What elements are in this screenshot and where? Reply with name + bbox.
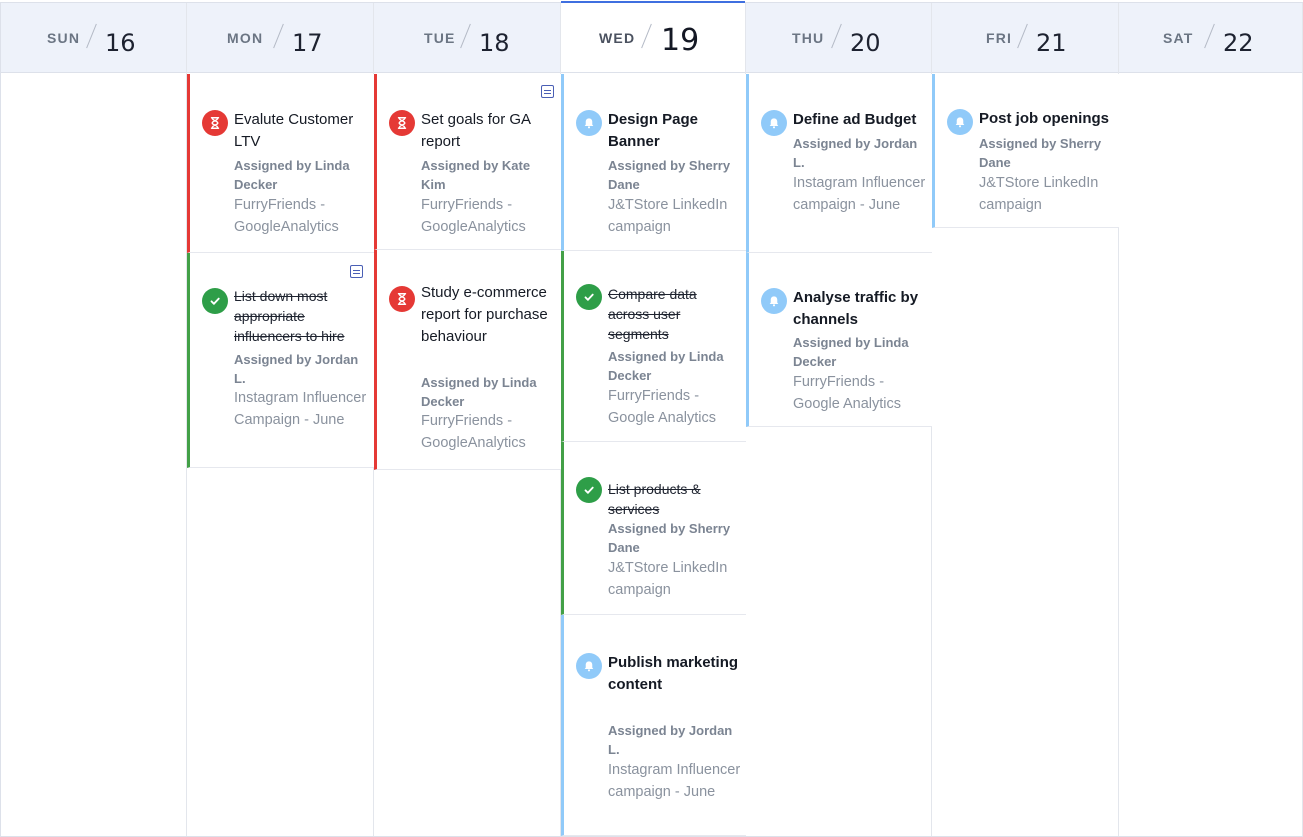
date-divider	[831, 23, 842, 49]
task-card[interactable]: List products & services Assigned by She…	[561, 442, 746, 615]
task-card[interactable]: Analyse traffic by channels Assigned by …	[746, 253, 932, 427]
task-card[interactable]: Study e-commerce report for purchase beh…	[374, 250, 561, 470]
day-number: 16	[105, 29, 136, 57]
day-header-tue[interactable]: TUE 18	[374, 3, 560, 73]
day-of-week-label: SUN	[47, 30, 81, 46]
task-assigned-by: Assigned by Linda Decker	[234, 158, 350, 192]
day-of-week-label: THU	[792, 30, 825, 46]
day-of-week-label: SAT	[1163, 30, 1194, 46]
check-icon[interactable]	[202, 288, 228, 314]
day-column-wed[interactable]: WED 19 Design Page Banner Assigned by Sh…	[561, 1, 746, 836]
task-assigned-by: Assigned by Sherry Dane	[979, 136, 1102, 170]
check-icon[interactable]	[576, 477, 602, 503]
bell-icon	[761, 288, 787, 314]
task-project: J&TStore LinkedIn campaign	[979, 175, 1099, 213]
task-title: List down most appropriate influencers t…	[234, 288, 345, 344]
task-assigned-by: Assigned by Linda Decker	[793, 335, 909, 369]
day-header-sun[interactable]: SUN 16	[1, 3, 186, 73]
day-column-fri[interactable]: FRI 21 Post job openings Assigned by She…	[932, 3, 1119, 836]
date-divider	[460, 23, 471, 49]
day-number: 21	[1036, 29, 1067, 57]
hourglass-icon	[389, 110, 415, 136]
task-project: Instagram Influencer Campaign - June	[234, 390, 367, 428]
task-project: FurryFriends - Google Analytics	[793, 374, 902, 412]
task-title: Analyse traffic by channels	[793, 289, 919, 328]
day-column-sun[interactable]: SUN 16	[1, 3, 187, 836]
task-title: List products & services	[608, 481, 701, 517]
task-project: Instagram Influencer campaign - June	[608, 762, 741, 800]
date-divider	[1017, 23, 1028, 49]
day-column-thu[interactable]: THU 20 Define ad Budget Assigned by Jord…	[746, 3, 932, 836]
task-project: FurryFriends - Google Analytics	[608, 388, 717, 426]
day-header-fri[interactable]: FRI 21	[932, 3, 1118, 73]
task-title: Study e-commerce report for purchase beh…	[421, 284, 548, 345]
task-title: Define ad Budget	[793, 111, 917, 128]
day-number: 17	[292, 29, 323, 57]
bell-icon	[947, 109, 973, 135]
task-assigned-by: Assigned by Jordan L.	[608, 723, 733, 757]
day-of-week-label: MON	[227, 30, 264, 46]
task-project: J&TStore LinkedIn campaign	[608, 197, 728, 235]
hourglass-icon	[389, 286, 415, 312]
week-calendar: SUN 16 MON 17 Evalute Customer LTV Assig…	[0, 1, 1303, 837]
task-card[interactable]: List down most appropriate influencers t…	[187, 253, 374, 468]
task-title: Publish marketing content	[608, 654, 739, 693]
task-assigned-by: Assigned by Sherry Dane	[608, 521, 731, 555]
task-assigned-by: Assigned by Sherry Dane	[608, 158, 731, 192]
day-header-sat[interactable]: SAT 22	[1119, 3, 1302, 73]
day-of-week-label: TUE	[424, 30, 456, 46]
check-icon[interactable]	[576, 284, 602, 310]
date-divider	[641, 23, 652, 49]
day-number: 19	[661, 23, 700, 58]
task-assigned-by: Assigned by Linda Decker	[421, 375, 537, 409]
day-of-week-label: FRI	[986, 30, 1013, 46]
task-project: FurryFriends - GoogleAnalytics	[234, 197, 339, 235]
task-assigned-by: Assigned by Kate Kim	[421, 158, 531, 192]
task-assigned-by: Assigned by Jordan L.	[234, 352, 359, 386]
bell-icon	[576, 110, 602, 136]
day-of-week-label: WED	[599, 30, 636, 46]
day-column-tue[interactable]: TUE 18 Set goals for GA report Assigned …	[374, 3, 561, 836]
note-icon[interactable]	[350, 265, 363, 278]
bell-icon	[761, 110, 787, 136]
task-title: Set goals for GA report	[421, 111, 531, 150]
task-title: Post job openings	[979, 110, 1109, 127]
task-project: FurryFriends - GoogleAnalytics	[421, 413, 526, 451]
task-title: Compare data across user segments	[608, 286, 697, 342]
task-assigned-by: Assigned by Jordan L.	[793, 136, 918, 170]
task-card[interactable]: Publish marketing content Assigned by Jo…	[561, 615, 746, 836]
task-project: FurryFriends - GoogleAnalytics	[421, 197, 526, 235]
task-title: Evalute Customer LTV	[234, 111, 354, 150]
day-number: 18	[479, 29, 510, 57]
task-card[interactable]: Evalute Customer LTV Assigned by Linda D…	[187, 74, 374, 253]
bell-icon	[576, 653, 602, 679]
note-icon[interactable]	[541, 85, 554, 98]
day-column-mon[interactable]: MON 17 Evalute Customer LTV Assigned by …	[187, 3, 374, 836]
task-card[interactable]: Set goals for GA report Assigned by Kate…	[374, 74, 561, 250]
task-card[interactable]: Design Page Banner Assigned by Sherry Da…	[561, 74, 746, 251]
task-card[interactable]: Compare data across user segments Assign…	[561, 251, 746, 442]
task-card[interactable]: Define ad Budget Assigned by Jordan L. I…	[746, 74, 932, 253]
hourglass-icon	[202, 110, 228, 136]
day-header-mon[interactable]: MON 17	[187, 3, 373, 73]
day-header-wed-today[interactable]: WED 19	[561, 1, 745, 73]
day-number: 20	[850, 29, 881, 57]
task-project: J&TStore LinkedIn campaign	[608, 560, 728, 598]
task-title: Design Page Banner	[608, 111, 699, 150]
date-divider	[1204, 23, 1215, 49]
task-card[interactable]: Post job openings Assigned by Sherry Dan…	[932, 74, 1119, 228]
day-header-thu[interactable]: THU 20	[746, 3, 931, 73]
date-divider	[273, 23, 284, 49]
task-assigned-by: Assigned by Linda Decker	[608, 349, 724, 383]
day-column-sat[interactable]: SAT 22	[1119, 3, 1303, 836]
task-project: Instagram Influencer campaign - June	[793, 175, 926, 213]
day-number: 22	[1223, 29, 1254, 57]
date-divider	[86, 23, 97, 49]
